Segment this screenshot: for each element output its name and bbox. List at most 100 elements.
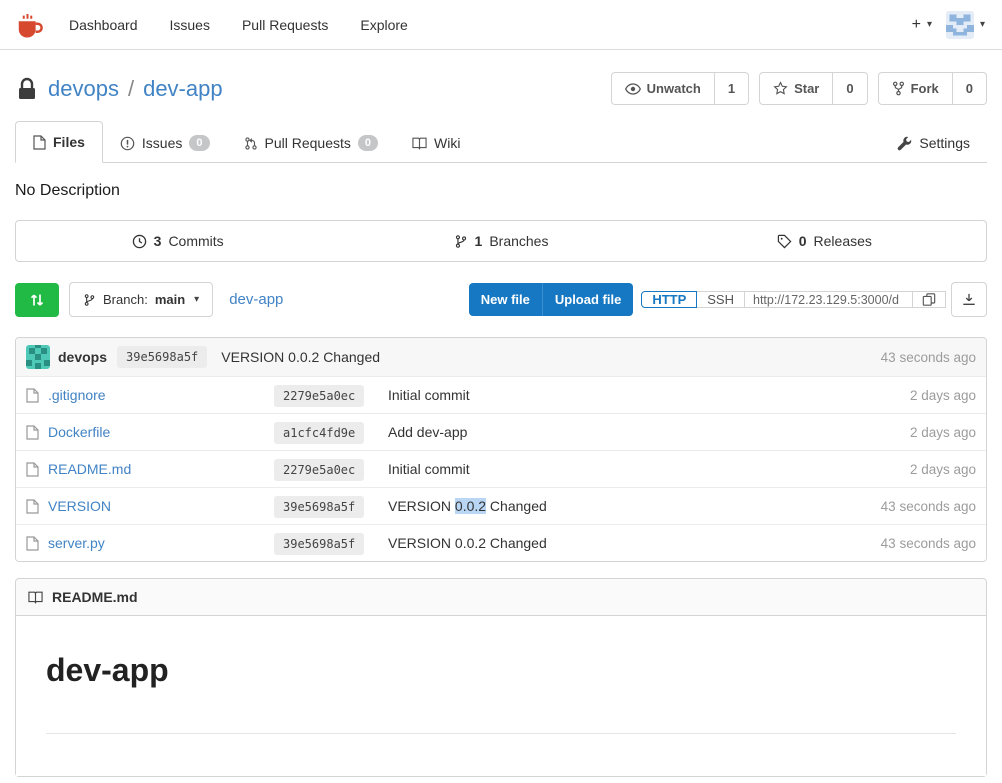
download-icon — [962, 292, 976, 307]
file-icon — [33, 134, 46, 150]
file-commit-message[interactable]: Initial commit — [388, 387, 900, 403]
watch-count[interactable]: 1 — [714, 72, 750, 105]
star-group: Star 0 — [759, 72, 868, 105]
stat-releases[interactable]: 0 Releases — [663, 221, 986, 261]
tab-wiki[interactable]: Wiki — [395, 123, 477, 163]
file-icon — [26, 461, 39, 477]
unwatch-button[interactable]: Unwatch — [610, 72, 715, 105]
gitea-logo[interactable] — [15, 10, 45, 40]
lock-icon — [15, 76, 39, 102]
copy-url-button[interactable] — [913, 291, 946, 308]
file-commit-sha[interactable]: a1cfc4fd9e — [274, 422, 365, 444]
file-icon — [26, 535, 39, 551]
plus-icon: + — [911, 15, 921, 33]
readme-filename: README.md — [52, 589, 138, 605]
issues-count-badge: 0 — [189, 135, 210, 151]
readme-content: dev-app — [16, 616, 986, 776]
file-link[interactable]: README.md — [48, 461, 131, 477]
issue-icon — [120, 136, 135, 151]
file-commit-message[interactable]: Add dev-app — [388, 424, 900, 440]
latest-commit-row: devops 39e5698a5f VERSION 0.0.2 Changed … — [16, 338, 986, 376]
file-commit-sha[interactable]: 2279e5a0ec — [274, 459, 365, 481]
compare-button[interactable] — [15, 282, 59, 317]
tab-pull-requests[interactable]: Pull Requests 0 — [227, 123, 396, 163]
table-row: server.py 39e5698a5f VERSION 0.0.2 Chang… — [16, 524, 986, 561]
file-commit-time: 43 seconds ago — [880, 535, 976, 551]
file-commit-message[interactable]: VERSION 0.0.2 Changed — [388, 498, 871, 514]
new-file-button[interactable]: New file — [468, 283, 542, 316]
watch-group: Unwatch 1 — [610, 72, 750, 105]
file-link[interactable]: .gitignore — [48, 387, 106, 403]
branch-dropdown[interactable]: Branch: main — [69, 282, 214, 317]
nav-pull-requests[interactable]: Pull Requests — [242, 17, 328, 33]
top-navbar: Dashboard Issues Pull Requests Explore + — [0, 0, 1002, 50]
repo-title: devops / dev-app — [15, 76, 223, 102]
star-count[interactable]: 0 — [833, 72, 868, 105]
star-button[interactable]: Star — [759, 72, 834, 105]
repo-stats-bar: 3 Commits 1 Branches 0 Releases — [15, 220, 987, 262]
fork-button[interactable]: Fork — [877, 72, 953, 105]
nav-issues[interactable]: Issues — [170, 17, 210, 33]
branch-icon — [454, 234, 468, 249]
star-icon — [773, 81, 788, 96]
table-row: Dockerfile a1cfc4fd9e Add dev-app 2 days… — [16, 413, 986, 450]
download-button[interactable] — [951, 282, 987, 317]
readme-panel: README.md dev-app — [15, 578, 987, 777]
clone-url-input[interactable] — [745, 291, 913, 308]
file-icon — [26, 498, 39, 514]
committer-name[interactable]: devops — [58, 349, 107, 365]
file-link[interactable]: VERSION — [48, 498, 111, 514]
file-table: devops 39e5698a5f VERSION 0.0.2 Changed … — [15, 337, 987, 562]
nav-dashboard[interactable]: Dashboard — [69, 17, 138, 33]
file-commit-sha[interactable]: 2279e5a0ec — [274, 385, 365, 407]
file-commit-time: 2 days ago — [909, 424, 976, 440]
file-link[interactable]: server.py — [48, 535, 105, 551]
file-commit-sha[interactable]: 39e5698a5f — [274, 533, 365, 555]
file-commit-sha[interactable]: 39e5698a5f — [274, 496, 365, 518]
repo-owner-link[interactable]: devops — [48, 76, 119, 102]
file-commit-time: 43 seconds ago — [880, 498, 976, 514]
file-commit-time: 2 days ago — [909, 461, 976, 477]
tab-issues[interactable]: Issues 0 — [103, 123, 227, 163]
readme-header: README.md — [16, 579, 986, 616]
file-commit-message[interactable]: VERSION 0.0.2 Changed — [388, 535, 871, 551]
file-icon — [26, 424, 39, 440]
file-commit-time: 2 days ago — [909, 387, 976, 403]
file-commit-message[interactable]: Initial commit — [388, 461, 900, 477]
history-icon — [132, 234, 147, 249]
repo-tabs: Files Issues 0 Pull Requests 0 Wiki Sett… — [15, 121, 987, 163]
repo-name-link[interactable]: dev-app — [143, 76, 223, 102]
clone-url-group: HTTP SSH — [641, 291, 946, 308]
create-new-button[interactable]: + — [910, 12, 934, 38]
repo-description: No Description — [15, 182, 120, 199]
stat-branches[interactable]: 1 Branches — [339, 221, 662, 261]
nav-explore[interactable]: Explore — [360, 17, 407, 33]
tab-files[interactable]: Files — [15, 121, 103, 163]
file-link[interactable]: Dockerfile — [48, 424, 110, 440]
tab-settings[interactable]: Settings — [880, 123, 987, 163]
stat-commits[interactable]: 3 Commits — [16, 221, 339, 261]
commit-message[interactable]: VERSION 0.0.2 Changed — [221, 349, 380, 365]
table-row: README.md 2279e5a0ec Initial commit 2 da… — [16, 450, 986, 487]
table-row: VERSION 39e5698a5f VERSION 0.0.2 Changed… — [16, 487, 986, 524]
table-row: .gitignore 2279e5a0ec Initial commit 2 d… — [16, 376, 986, 413]
copy-icon — [922, 292, 936, 307]
ssh-toggle[interactable]: SSH — [697, 291, 745, 308]
breadcrumb-repo-link[interactable]: dev-app — [229, 291, 283, 308]
book-icon — [412, 136, 427, 150]
fork-icon — [892, 81, 905, 96]
repo-header: devops / dev-app Unwatch 1 Star 0 Fork 0 — [15, 72, 987, 105]
breadcrumb: dev-app — [229, 291, 283, 308]
commit-sha-badge[interactable]: 39e5698a5f — [117, 346, 208, 368]
commit-time: 43 seconds ago — [880, 349, 976, 365]
repo-separator: / — [127, 75, 135, 101]
compare-arrows-icon — [29, 292, 45, 308]
repo-toolbar: Branch:main dev-app New file Upload file… — [15, 282, 987, 317]
http-toggle[interactable]: HTTP — [641, 291, 698, 308]
fork-count[interactable]: 0 — [952, 72, 987, 105]
upload-file-button[interactable]: Upload file — [541, 283, 634, 316]
branch-icon — [83, 293, 96, 307]
committer-avatar[interactable] — [26, 345, 50, 369]
user-menu-button[interactable] — [944, 7, 987, 43]
readme-heading: dev-app — [46, 652, 956, 734]
